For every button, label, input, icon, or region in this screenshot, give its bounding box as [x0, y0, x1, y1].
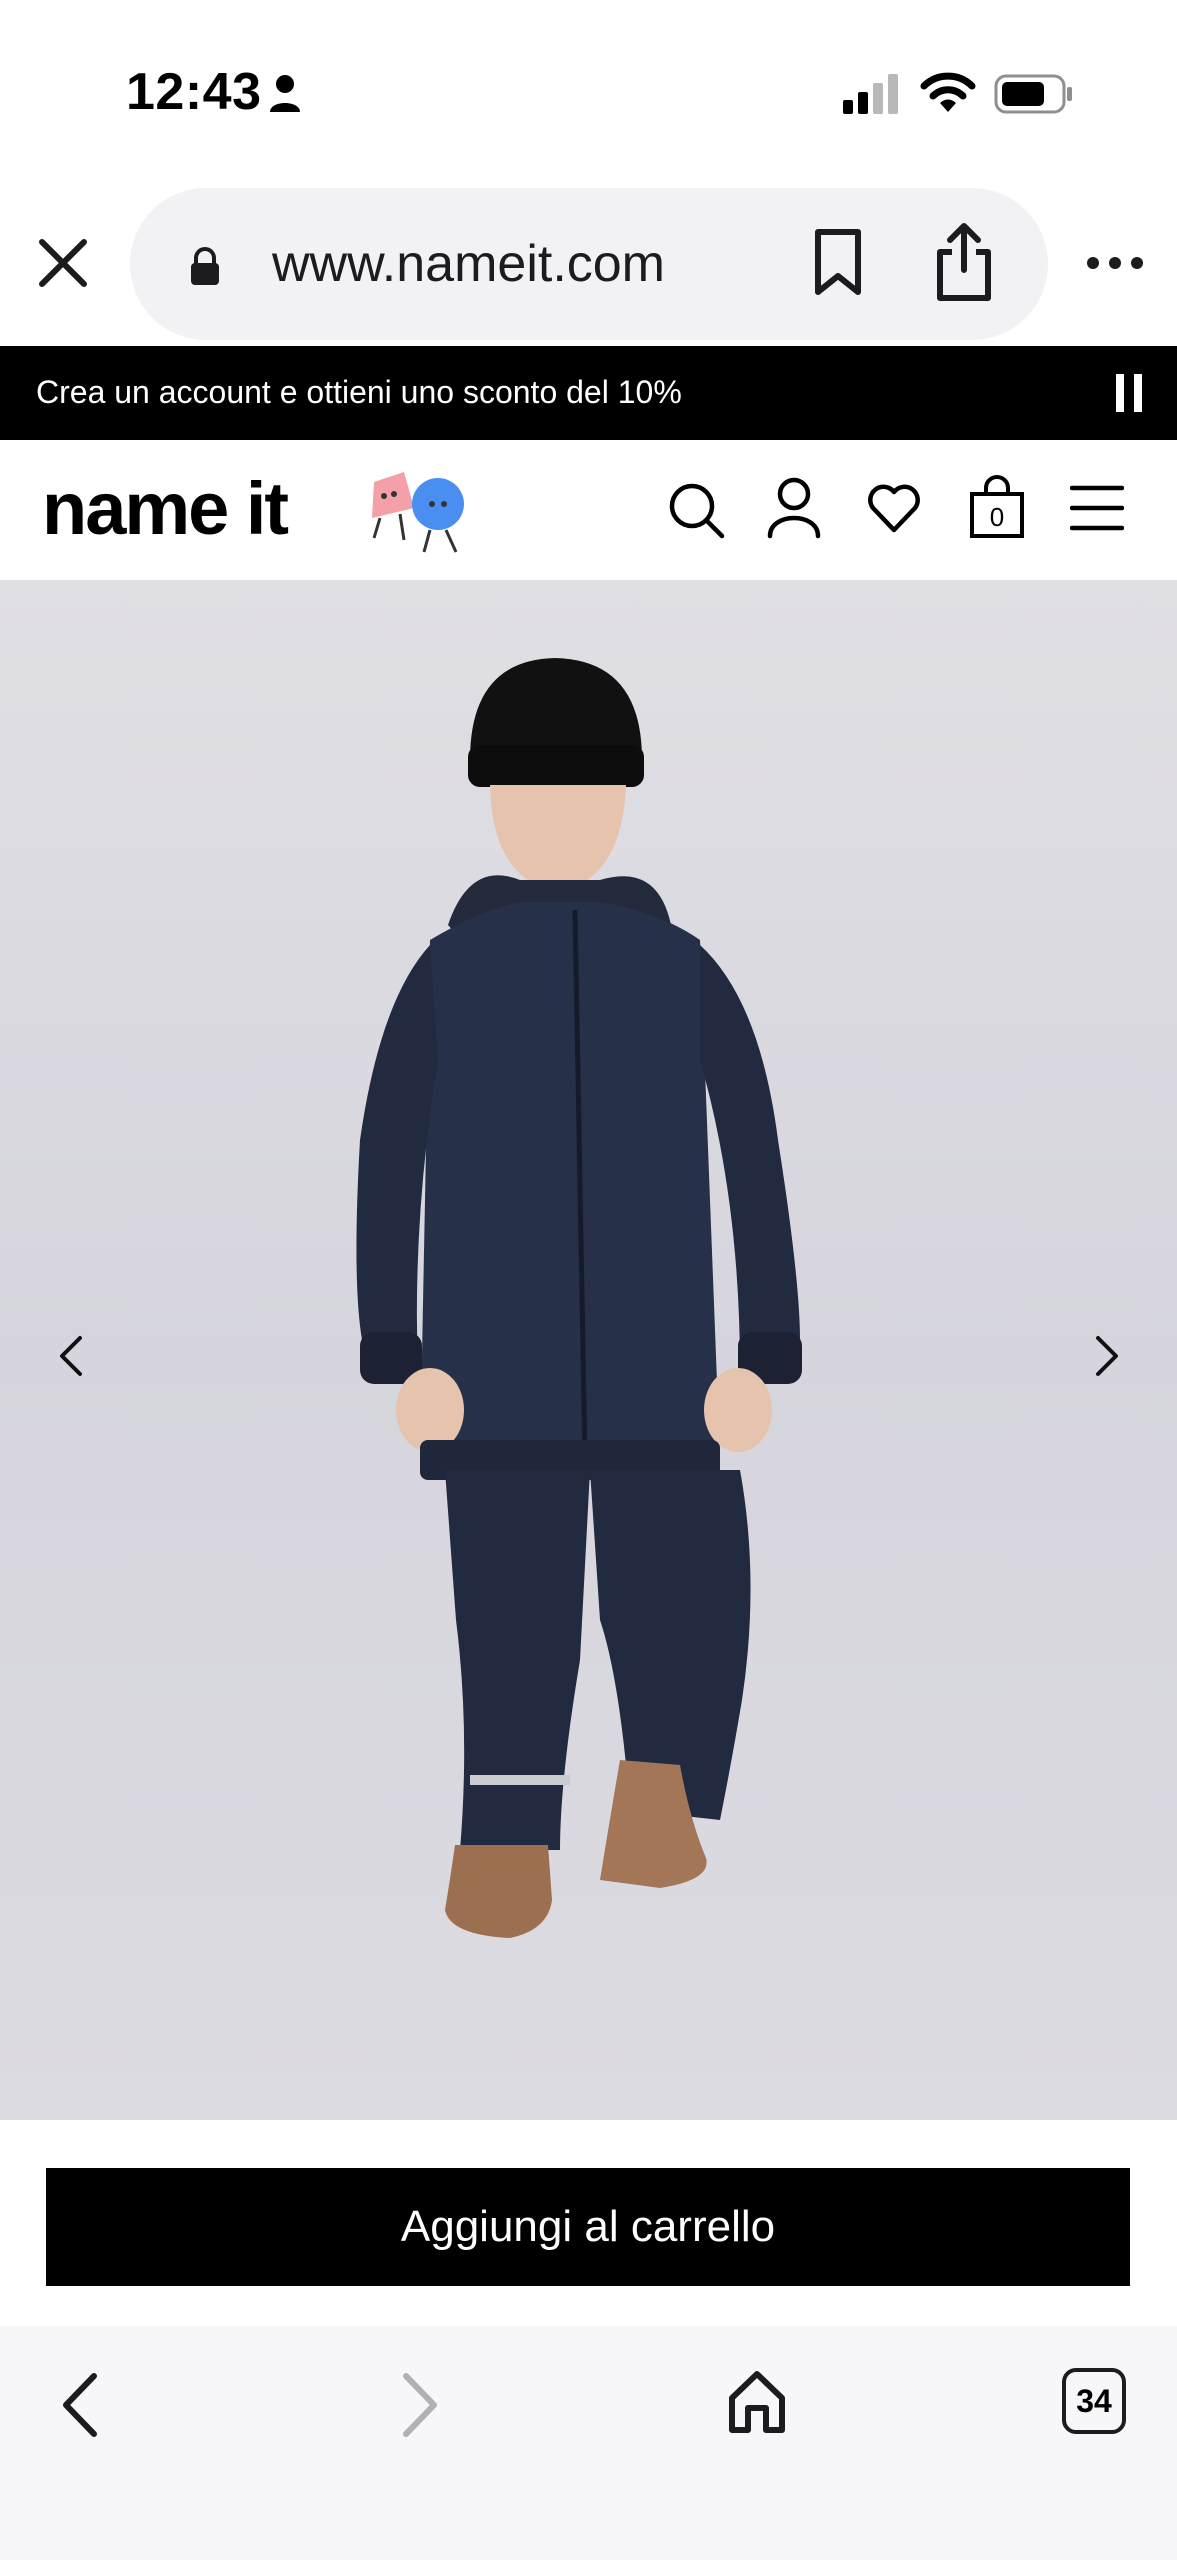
site-header: name it 0 — [0, 440, 1177, 581]
share-icon[interactable] — [934, 222, 994, 302]
more-icon[interactable] — [1086, 246, 1144, 280]
product-gallery[interactable] — [0, 580, 1177, 2120]
browser-toolbar: 34 — [0, 2326, 1177, 2560]
chevron-right-icon[interactable] — [1090, 1334, 1122, 1378]
chevron-left-icon[interactable] — [56, 1334, 88, 1378]
address-bar[interactable]: www.nameit.com — [130, 188, 1048, 340]
search-icon[interactable] — [666, 480, 726, 540]
cart-count: 0 — [989, 502, 1005, 532]
status-time: 12:43 — [126, 63, 262, 121]
hamburger-icon[interactable] — [1070, 484, 1124, 532]
pause-icon[interactable] — [1114, 374, 1144, 412]
logo[interactable]: name it — [42, 466, 289, 551]
wifi-icon — [920, 72, 976, 112]
mascot-logo-icon — [372, 472, 464, 553]
person-icon — [270, 75, 300, 112]
bookmark-icon[interactable] — [810, 228, 866, 296]
cart-button[interactable]: 0 — [968, 474, 1026, 540]
heart-icon[interactable] — [866, 480, 922, 536]
battery-icon — [994, 74, 1072, 114]
forward-icon[interactable] — [394, 2370, 444, 2440]
product-image — [356, 658, 802, 1938]
add-to-cart-bar: Aggiungi al carrello — [0, 2120, 1177, 2326]
lock-icon — [191, 247, 219, 285]
promo-banner[interactable]: Crea un account e ottieni uno sconto del… — [0, 346, 1177, 440]
promo-text: Crea un account e ottieni uno sconto del… — [36, 374, 682, 410]
add-to-cart-button[interactable]: Aggiungi al carrello — [46, 2168, 1130, 2286]
home-icon[interactable] — [726, 2366, 788, 2436]
account-icon[interactable] — [766, 476, 822, 540]
url-text: www.nameit.com — [272, 235, 665, 293]
close-button[interactable] — [36, 236, 90, 290]
signal-icon — [843, 74, 898, 114]
status-bar: 12:43 — [0, 0, 1177, 180]
back-icon[interactable] — [56, 2370, 106, 2440]
tabs-button[interactable]: 34 — [1062, 2368, 1126, 2434]
